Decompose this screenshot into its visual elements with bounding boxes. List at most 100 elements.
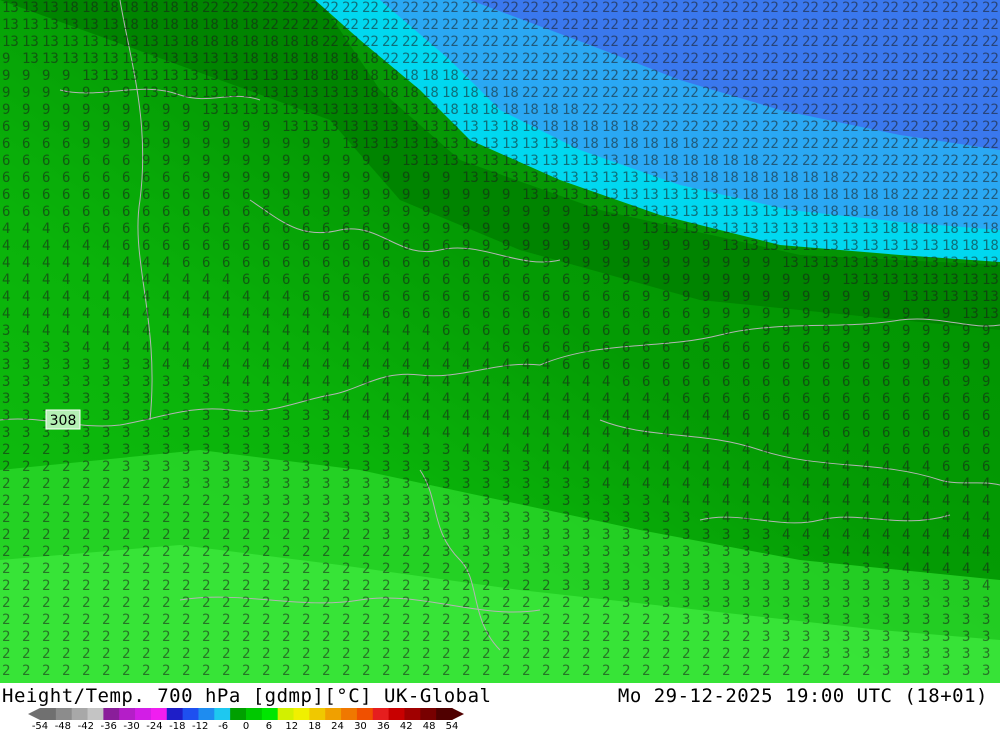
contour-value: 3: [162, 391, 170, 407]
contour-value: 6: [522, 323, 530, 339]
contour-value: 6: [822, 408, 830, 424]
contour-value: 22: [402, 0, 419, 16]
contour-value: 13: [882, 238, 899, 254]
contour-value: 22: [762, 0, 779, 16]
contour-value: 6: [142, 221, 150, 237]
contour-value: 22: [982, 153, 999, 169]
contour-value: 9: [822, 272, 830, 288]
contour-value: 9: [342, 170, 350, 186]
contour-value: 13: [882, 272, 899, 288]
contour-value: 2: [142, 595, 150, 611]
contour-value: 18: [902, 221, 919, 237]
contour-value: 4: [82, 255, 90, 271]
colorbar-tick-label: -54: [31, 721, 49, 732]
contour-value: 2: [182, 629, 190, 645]
contour-value: 4: [482, 374, 490, 390]
contour-value: 4: [982, 578, 990, 594]
contour-value: 4: [722, 510, 730, 526]
contour-value: 22: [842, 102, 859, 118]
contour-value: 18: [442, 102, 459, 118]
contour-value: 22: [742, 136, 759, 152]
contour-value: 3: [342, 459, 350, 475]
contour-value: 3: [402, 459, 410, 475]
contour-value: 9: [842, 306, 850, 322]
contour-value: 9: [702, 255, 710, 271]
contour-value: 13: [102, 68, 119, 84]
contour-value: 6: [542, 289, 550, 305]
contour-value: 22: [422, 51, 439, 67]
contour-value: 3: [462, 476, 470, 492]
contour-value: 13: [642, 204, 659, 220]
contour-value: 22: [922, 0, 939, 16]
contour-value: 3: [702, 561, 710, 577]
contour-value: 6: [2, 153, 10, 169]
contour-value: 3: [562, 544, 570, 560]
contour-value: 6: [542, 272, 550, 288]
contour-value: 4: [542, 374, 550, 390]
contour-value: 6: [722, 323, 730, 339]
contour-value: 22: [562, 17, 579, 33]
contour-value: 2: [702, 646, 710, 662]
contour-value: 6: [922, 374, 930, 390]
contour-value: 6: [522, 340, 530, 356]
contour-value: 6: [962, 442, 970, 458]
contour-value: 3: [622, 561, 630, 577]
contour-value: 4: [342, 374, 350, 390]
contour-value: 3: [402, 527, 410, 543]
contour-value: 2: [102, 561, 110, 577]
contour-value: 9: [902, 323, 910, 339]
contour-value: 13: [382, 119, 399, 135]
contour-value: 2: [582, 629, 590, 645]
contour-value: 4: [342, 408, 350, 424]
contour-value: 6: [582, 306, 590, 322]
contour-value: 3: [82, 357, 90, 373]
contour-value: 6: [282, 272, 290, 288]
contour-value: 18: [862, 187, 879, 203]
colorbar-swatch: [309, 708, 326, 720]
contour-value: 6: [822, 391, 830, 407]
contour-value: 22: [702, 34, 719, 50]
contour-value: 18: [122, 17, 139, 33]
contour-value: 22: [702, 68, 719, 84]
contour-value: 13: [822, 221, 839, 237]
contour-value: 4: [702, 459, 710, 475]
contour-value: 2: [622, 663, 630, 679]
contour-value: 22: [722, 102, 739, 118]
contour-value: 3: [982, 663, 990, 679]
contour-value: 18: [522, 102, 539, 118]
contour-value: 4: [842, 510, 850, 526]
contour-value: 9: [482, 204, 490, 220]
contour-value: 4: [882, 527, 890, 543]
contour-value: 2: [322, 646, 330, 662]
contour-value: 4: [662, 391, 670, 407]
contour-value: 3: [622, 544, 630, 560]
contour-value: 2: [262, 629, 270, 645]
contour-value: 4: [822, 493, 830, 509]
contour-value: 22: [682, 0, 699, 16]
contour-value: 4: [322, 323, 330, 339]
contour-value: 2: [2, 578, 10, 594]
colorbar-tick-label: -18: [169, 721, 186, 732]
contour-value: 3: [602, 510, 610, 526]
contour-value: 4: [702, 442, 710, 458]
contour-value: 2: [722, 629, 730, 645]
contour-value: 13: [982, 255, 999, 271]
contour-value: 4: [322, 391, 330, 407]
contour-value: 3: [782, 544, 790, 560]
contour-value: 13: [722, 187, 739, 203]
contour-value: 22: [742, 51, 759, 67]
contour-value: 22: [482, 51, 499, 67]
contour-value: 6: [902, 408, 910, 424]
contour-value: 3: [342, 510, 350, 526]
contour-value: 22: [862, 85, 879, 101]
contour-value: 6: [422, 289, 430, 305]
contour-value: 22: [742, 68, 759, 84]
contour-value: 4: [902, 459, 910, 475]
contour-value: 4: [182, 289, 190, 305]
contour-value: 2: [502, 646, 510, 662]
contour-value: 2: [62, 544, 70, 560]
contour-value: 6: [122, 187, 130, 203]
contour-value: 22: [682, 17, 699, 33]
contour-value: 6: [502, 306, 510, 322]
contour-value: 6: [942, 374, 950, 390]
